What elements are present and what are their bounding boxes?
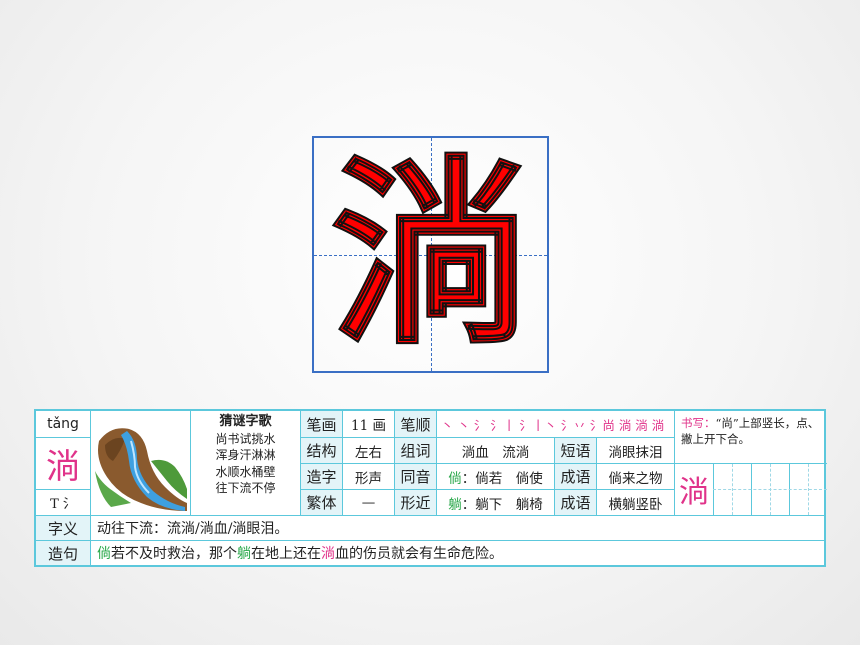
writing-practice-grid: 淌: [675, 463, 827, 515]
traditional-value: —: [342, 489, 394, 515]
pinyin: tǎng: [47, 416, 79, 432]
writing-tip: 书写：“尚”上部竖长，点、撇上开下合。: [681, 415, 823, 447]
structure-value: 左右: [342, 437, 394, 463]
waterfall-illustration: [90, 411, 190, 515]
stroke-count-value: 11 画: [342, 411, 394, 437]
stroke-order-value: 丶 丶 氵 氵丨 氵丨丶 氵丷 氵尚 淌 淌 淌: [436, 411, 674, 437]
meaning-value: 动往下流：流淌/淌血/淌眼泪。: [90, 515, 826, 540]
stroke-count-label: 笔画: [300, 411, 342, 437]
formation-label: 造字: [300, 463, 342, 489]
idiom-value: 横躺竖卧: [596, 489, 674, 515]
riddle-line: 往下流不停: [215, 481, 276, 495]
homophone-value: ：倘若 倘使: [461, 470, 543, 487]
homophone-cell: 倘：倘若 倘使: [436, 463, 554, 489]
sentence-highlight: 躺: [237, 546, 251, 562]
card-character: 淌: [36, 437, 90, 489]
similar-label: 形近: [394, 489, 436, 515]
similar-cell: 躺：躺下 躺椅: [436, 489, 554, 515]
meaning-label: 字义: [36, 515, 90, 540]
writing-character: 淌: [679, 475, 709, 510]
sentence-text: 血的伤员就会有生命危险。: [335, 546, 503, 562]
similar-value: ：躺下 躺椅: [461, 496, 543, 513]
traditional-label: 繁体: [300, 489, 342, 515]
idiom-label: 成语: [554, 489, 596, 515]
radical: T 氵: [36, 489, 90, 515]
idiom-value: 倘来之物: [596, 463, 674, 489]
words-label: 组词: [394, 437, 436, 463]
riddle-title: 猜谜字歌: [219, 414, 272, 429]
structure-label: 结构: [300, 437, 342, 463]
writing-title: 书写：: [681, 416, 716, 430]
similar-char: 躺: [448, 496, 462, 513]
formation-value: 形声: [342, 463, 394, 489]
sentence-label: 造句: [36, 540, 90, 565]
writing-guide: 书写：“尚”上部竖长，点、撇上开下合。 淌: [674, 411, 827, 515]
words-value: 淌血 流淌: [436, 437, 554, 463]
riddle-line: 尚书试挑水: [215, 431, 276, 446]
phrase-label: 短语: [554, 437, 596, 463]
stroke-order-label: 笔顺: [394, 411, 436, 437]
riddle-poem: 猜谜字歌 尚书试挑水 浑身汗淋淋 水顺水桶壁 往下流不停: [190, 411, 300, 515]
sentence-text: 在地上还在: [251, 546, 321, 562]
riddle-line: 水顺水桶壁: [215, 464, 276, 479]
sentence-highlight: 倘: [97, 546, 111, 562]
homophone-label: 同音: [394, 463, 436, 489]
character-grid: 淌: [312, 136, 549, 373]
grid-guide: [713, 489, 827, 490]
homophone-char: 倘: [448, 470, 462, 487]
sentence-highlight: 淌: [321, 546, 335, 562]
idiom-label: 成语: [554, 463, 596, 489]
riddle-line: 浑身汗淋淋: [215, 448, 276, 462]
phrase-value: 淌眼抹泪: [596, 437, 674, 463]
character-card: tǎng 淌 T 氵 猜谜字歌 尚书试挑水 浑身汗淋淋 水顺水桶壁 往下流不停 …: [34, 409, 827, 567]
sentence-text: 若不及时救治，那个: [111, 546, 237, 562]
example-sentence: 倘若不及时救治，那个躺在地上还在淌血的伤员就会有生命危险。: [90, 540, 826, 565]
main-character: 淌: [329, 136, 531, 372]
